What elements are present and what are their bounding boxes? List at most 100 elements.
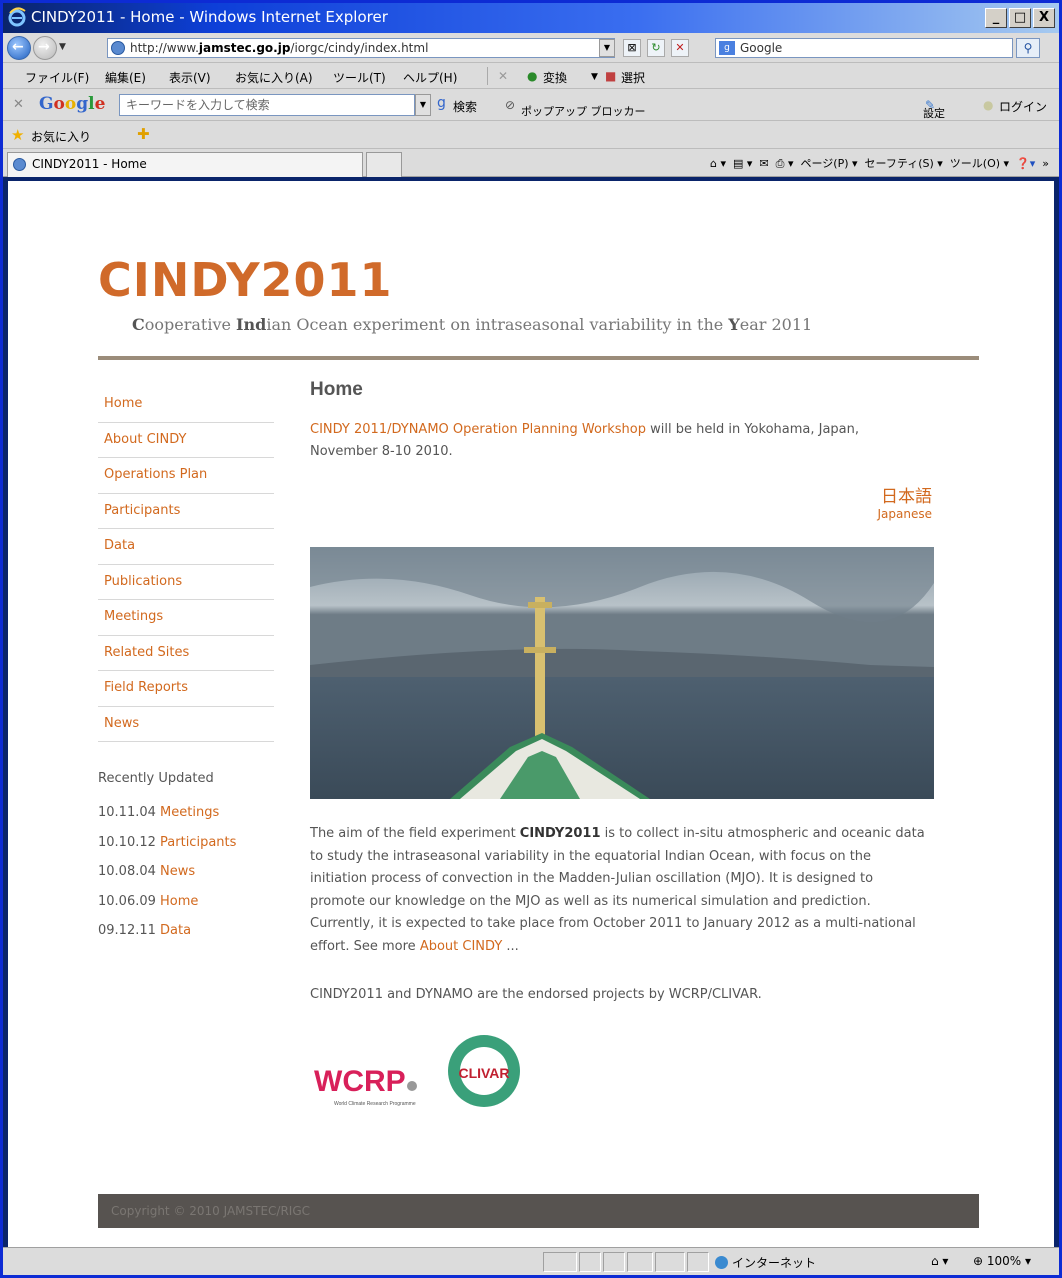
japanese-link[interactable]: 日本語 Japanese [850,487,933,521]
help-icon[interactable]: ❓▾ [1016,157,1035,170]
menu-help[interactable]: ヘルプ(H) [403,69,457,86]
zoom-control[interactable]: ⊕ 100% ▾ [973,1254,1031,1268]
address-input[interactable]: http://www.jamstec.go.jp/iorgc/cindy/ind… [107,38,615,58]
body-bold: CINDY2011 [519,826,601,841]
clivar-logo[interactable]: CLIVAR [448,1035,520,1107]
google-search-dropdown-icon[interactable]: ▼ [415,94,431,116]
maximize-button[interactable]: □ [1009,8,1031,28]
recently-updated-list: 10.11.04 Meetings 10.10.12 Participants … [98,805,236,953]
favorites-star-icon: ★ [11,126,25,144]
protected-mode-icon[interactable]: ⌂ ▾ [931,1254,948,1268]
menu-edit[interactable]: 編集(E) [105,69,146,86]
search-go-icon[interactable]: ⚲ [1016,38,1040,58]
list-item: 10.06.09 Home [98,894,236,924]
overflow-chevron-icon[interactable]: » [1042,157,1049,170]
page-icon [111,41,125,55]
menu-file[interactable]: ファイル(F) [25,69,89,86]
minimize-button[interactable]: _ [985,8,1007,28]
workshop-link[interactable]: CINDY 2011/DYNAMO Operation Planning Wor… [310,422,646,437]
menu-bar: ファイル(F) 編集(E) 表示(V) お気に入り(A) ツール(T) ヘルプ(… [3,63,1059,89]
tab-cindy-home[interactable]: CINDY2011 - Home [7,152,363,177]
update-link[interactable]: Data [160,923,191,938]
body-text: The aim of the field experiment [310,826,520,841]
sidebar-item-operations-plan[interactable]: Operations Plan [98,458,274,494]
sidebar-item-participants[interactable]: Participants [98,494,274,529]
convert-dropdown-icon[interactable]: ▼ [591,72,598,82]
status-cell [655,1252,685,1272]
status-cell [627,1252,653,1272]
popup-blocker-button[interactable]: ポップアップ ブロッカー [521,103,646,119]
google-toolbar: ✕ Google キーワードを入力して検索 ▼ g 検索 ⊘ ポップアップ ブロ… [3,89,1059,121]
menu-tools[interactable]: ツール(T) [333,69,386,86]
security-zone[interactable]: インターネット [715,1254,816,1271]
sidebar-item-news[interactable]: News [98,707,274,742]
refresh-icon[interactable]: ↻ [647,39,665,57]
list-item: 10.08.04 News [98,864,236,894]
browser-chrome: ← → ▼ http://www.jamstec.go.jp/iorgc/cin… [3,33,1059,177]
stop-icon[interactable]: ✕ [671,39,689,57]
close-button[interactable]: X [1033,8,1055,28]
sidebar-item-meetings[interactable]: Meetings [98,600,274,636]
close-toolbar-icon[interactable]: ✕ [498,69,508,83]
add-favorite-icon[interactable]: ✚ [137,125,150,143]
back-button[interactable]: ← [7,36,31,60]
ie-logo-icon [8,7,26,27]
update-date: 10.08.04 [98,864,156,879]
site-subtitle: Cooperative Indian Ocean experiment on i… [132,315,813,334]
sidebar-item-about[interactable]: About CINDY [98,423,274,458]
description-paragraph: The aim of the field experiment CINDY201… [310,823,932,958]
about-cindy-link[interactable]: About CINDY [420,939,502,954]
sidebar-item-home[interactable]: Home [98,387,274,423]
sidebar-item-related-sites[interactable]: Related Sites [98,636,274,671]
partner-logos: WCRP World Climate Research Programme CL… [314,1035,520,1107]
page-title: Home [310,379,363,400]
address-dropdown-icon[interactable]: ▼ [599,39,615,57]
update-link[interactable]: Participants [160,835,236,850]
search-input[interactable]: g Google [715,38,1013,58]
menu-favorites[interactable]: お気に入り(A) [235,69,313,86]
settings-button[interactable]: 設定 [923,105,945,121]
convert-button[interactable]: 変換 [543,69,567,86]
sidebar-item-data[interactable]: Data [98,529,274,565]
menu-view[interactable]: 表示(V) [169,69,211,86]
google-logo: Google [39,94,106,114]
google-search-button[interactable]: 検索 [453,98,477,115]
status-cell [687,1252,709,1272]
update-link[interactable]: Meetings [160,805,219,820]
select-icon: ■ [605,69,617,83]
update-link[interactable]: Home [160,894,198,909]
login-button[interactable]: ログイン [999,98,1047,115]
google-search-placeholder: キーワードを入力して検索 [126,98,270,112]
safety-menu[interactable]: セーフティ(S) [865,157,934,170]
wcrp-logo[interactable]: WCRP World Climate Research Programme [314,1065,417,1107]
sidebar-item-field-reports[interactable]: Field Reports [98,671,274,707]
sidebar-item-publications[interactable]: Publications [98,565,274,600]
close-google-toolbar-icon[interactable]: ✕ [13,97,24,112]
compat-view-icon[interactable]: ⊠ [623,39,641,57]
sidebar-nav: Home About CINDY Operations Plan Partici… [98,387,274,742]
login-icon: ● [983,98,994,112]
google-search-input[interactable]: キーワードを入力して検索 [119,94,415,116]
body-text: is to collect in-situ atmospheric and oc… [310,826,925,954]
status-cell [603,1252,625,1272]
new-tab-button[interactable] [366,152,402,177]
site-footer: Copyright © 2010 JAMSTEC/RIGC [98,1194,979,1228]
recently-updated-heading: Recently Updated [98,771,214,786]
feeds-icon[interactable]: ▤ ▾ [733,157,752,170]
update-date: 10.10.12 [98,834,156,850]
home-icon[interactable]: ⌂ ▾ [710,157,726,170]
mail-icon[interactable]: ✉ [759,157,768,170]
history-dropdown-icon[interactable]: ▼ [59,42,66,52]
status-cell [543,1252,577,1272]
update-date: 10.11.04 [98,805,156,820]
select-button[interactable]: 選択 [621,69,645,86]
update-link[interactable]: News [160,864,195,879]
favorites-button[interactable]: お気に入り [31,128,91,145]
forward-button[interactable]: → [33,36,57,60]
print-icon[interactable]: ⎙ ▾ [776,157,794,170]
tools-menu[interactable]: ツール(O) [950,157,1000,170]
japanese-link-sublabel: Japanese [877,507,933,521]
url-path: /iorgc/cindy/index.html [290,41,429,55]
tab-label: CINDY2011 - Home [32,157,147,171]
page-menu[interactable]: ページ(P) [801,157,849,170]
